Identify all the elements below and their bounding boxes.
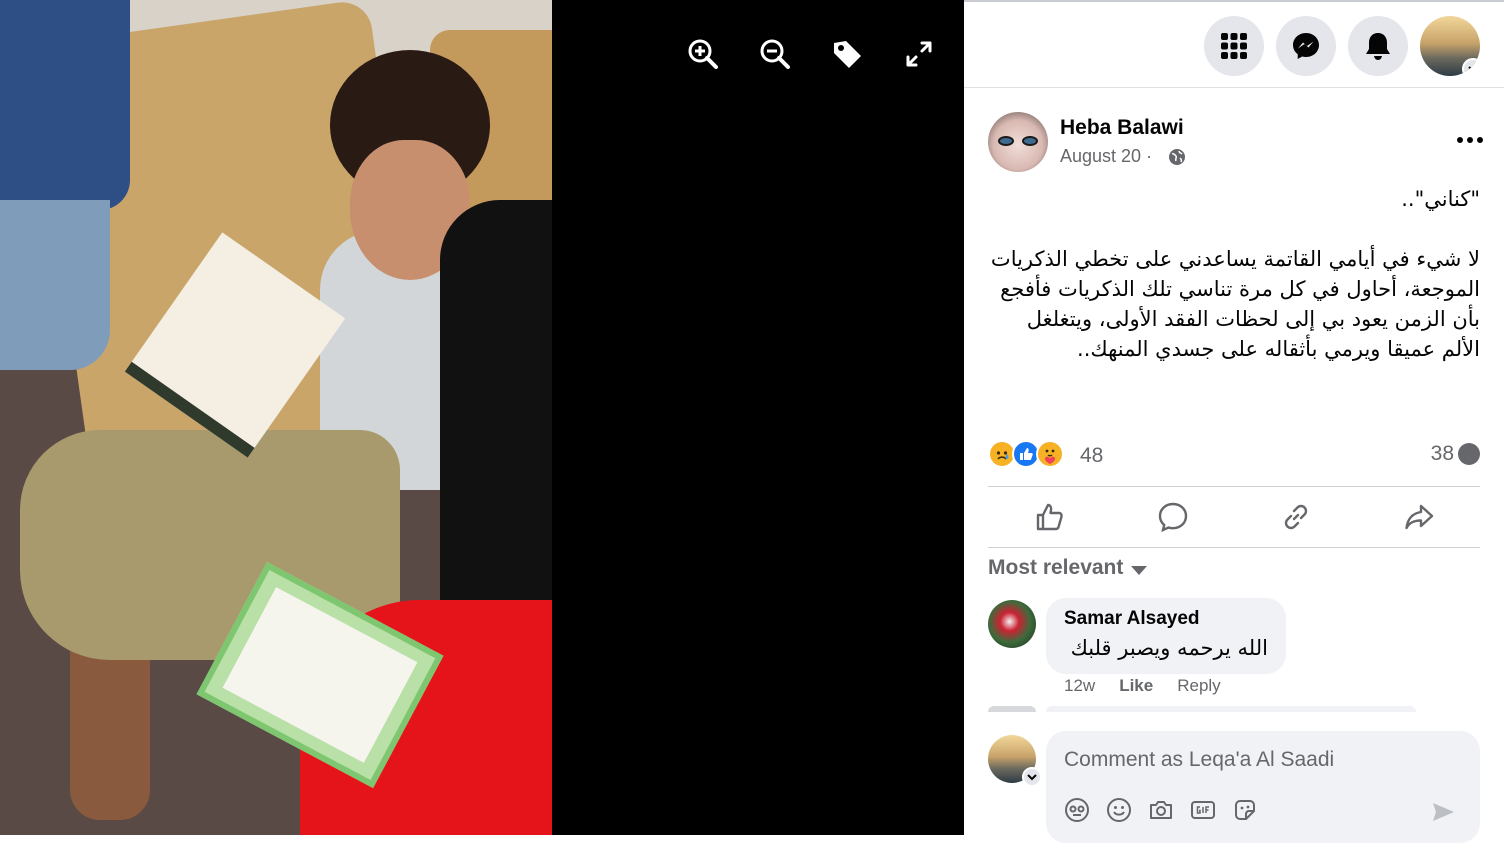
reaction-icons[interactable] [988,440,1064,470]
link-icon [1284,504,1307,530]
post-text: "كناني".. لا شيء في أيامي القاتمة يساعدن… [990,187,1480,361]
commenter-avatar[interactable] [988,600,1036,648]
gif-button[interactable] [1190,797,1216,823]
caret-down-icon [1131,565,1148,575]
zoom-in-button[interactable] [683,34,723,74]
comment-count[interactable]: 38 [1431,442,1480,466]
comment-input[interactable] [1064,745,1464,775]
like-icon [1036,503,1063,531]
avatar-sticker-button[interactable] [1064,797,1090,823]
share-icon [1404,504,1433,530]
post-panel: Heba Balawi August 20 · "كناني".. لا شيء… [964,0,1504,843]
composer-tools [1064,797,1258,823]
share-button[interactable] [1357,487,1480,547]
comment-count-value: 38 [1430,442,1454,465]
comment-meta: 12w Like Reply [1064,676,1221,696]
globe-icon [1169,149,1185,165]
chevron-down-icon [1022,767,1042,787]
like-button[interactable] [988,487,1111,547]
gif-icon [1191,801,1215,819]
commenter-name[interactable]: Samar Alsayed [1064,608,1200,630]
notifications-button[interactable] [1348,16,1408,76]
comment-composer [988,720,1488,843]
post-header: Heba Balawi August 20 · [988,112,1488,176]
comment-bubble-icon [1458,443,1480,465]
photo-viewer [0,0,964,835]
notifications-bell-icon [1366,33,1390,60]
comment-time[interactable]: 12w [1064,676,1095,696]
sticker-button[interactable] [1232,797,1258,823]
comment-icon [1158,502,1187,533]
sticker-icon [1235,800,1255,820]
comments-sort-dropdown[interactable]: Most relevant [988,556,1148,580]
post-date[interactable]: August 20 · [1060,146,1152,167]
comment-button[interactable] [1111,487,1234,547]
post-photo[interactable] [0,0,552,835]
more-dot-icon [1477,137,1483,143]
more-dot-icon [1467,137,1473,143]
comment-reply-button[interactable]: Reply [1177,676,1220,696]
fullscreen-button[interactable] [899,34,939,74]
fullscreen-icon [906,41,932,67]
next-comment-bubble [1046,706,1416,712]
send-icon[interactable] [1430,799,1456,825]
copy-link-button[interactable] [1234,487,1357,547]
chevron-down-icon [1462,58,1480,76]
menu-grid-icon [1221,33,1247,59]
comment-bubble: Samar Alsayed الله يرحمه ويصبر قلبك [1046,598,1286,674]
comment-text: الله يرحمه ويصبر قلبك [1070,636,1268,660]
emoji-icon [1107,798,1131,822]
tag-icon [834,41,861,68]
comment-box [1046,731,1480,843]
current-user-avatar[interactable] [988,735,1042,787]
author-name[interactable]: Heba Balawi [1060,116,1184,140]
camera-icon [1150,801,1172,819]
menu-button[interactable] [1204,16,1264,76]
top-navigation [964,2,1504,88]
zoom-in-icon [688,39,718,69]
post-actions [988,486,1480,548]
emoji-button[interactable] [1106,797,1132,823]
comment-like-button[interactable]: Like [1119,676,1153,696]
more-options-button[interactable] [1452,126,1488,154]
avatar-sticker-icon [1065,798,1089,822]
comments-sort-label: Most relevant [988,556,1124,579]
reactions-bar: 48 38 [988,440,1480,470]
messenger-button[interactable] [1276,16,1336,76]
photo-button[interactable] [1148,797,1174,823]
zoom-out-icon [760,39,790,69]
care-reaction-icon [1036,440,1064,468]
tag-photo-button[interactable] [827,34,867,74]
zoom-out-button[interactable] [755,34,795,74]
author-avatar[interactable] [988,112,1048,172]
next-commenter-avatar [988,706,1036,712]
account-avatar-button[interactable] [1420,16,1480,76]
reaction-count[interactable]: 48 [1080,444,1103,468]
more-dot-icon [1457,137,1463,143]
messenger-icon [1293,33,1319,59]
